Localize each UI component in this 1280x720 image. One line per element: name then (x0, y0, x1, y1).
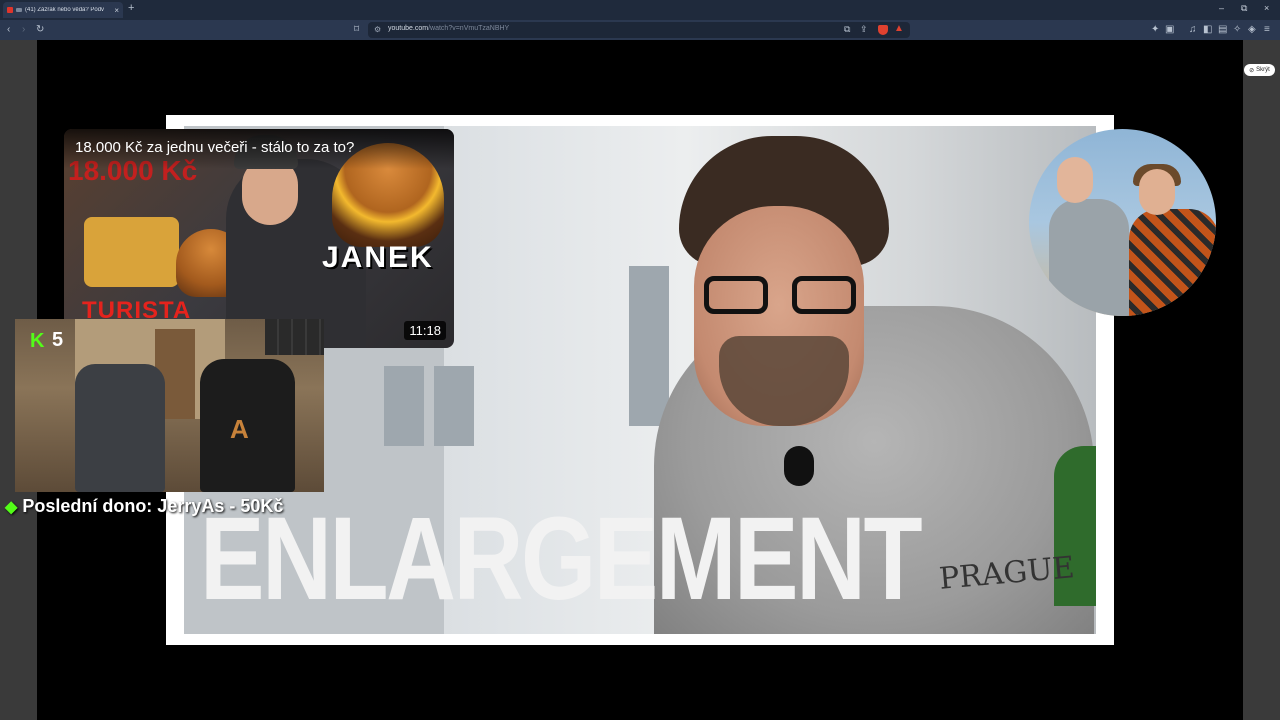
address-bar[interactable]: ⚙ youtube.com/watch?v=nVmuTzaNBHY ⧉ ⇪ ▲ (368, 22, 910, 38)
viewer-count: 5 (52, 329, 64, 351)
kick-logo-icon: K (30, 329, 45, 352)
suggested-video-title[interactable]: 18.000 Kč za jednu večeři - stálo to za … (75, 139, 354, 156)
building-window (384, 366, 424, 446)
alert-icon[interactable]: ▲ (894, 23, 904, 34)
acoustic-panels (265, 319, 324, 355)
building-window (629, 266, 669, 426)
tab-bar: (41) Zázrak nebo věda? Podv × + – ⧉ × (0, 0, 1280, 20)
tab-close-icon[interactable]: × (114, 6, 119, 15)
url-text: youtube.com/watch?v=nVmuTzaNBHY (388, 25, 509, 32)
lens-left (704, 276, 768, 314)
tab-title: (41) Zázrak nebo věda? Podv (25, 7, 105, 13)
thumbnail-circle-inset (1029, 129, 1216, 316)
restore-button[interactable]: ⧉ (1241, 3, 1247, 14)
reload-icon[interactable]: ↻ (36, 23, 44, 37)
menu-icon[interactable]: ≡ (1264, 23, 1270, 37)
page-margin-right (1243, 40, 1280, 720)
card-label-right: JANEK (322, 241, 434, 274)
site-info-icon[interactable]: ⚙ (374, 25, 381, 34)
office-chair (75, 364, 165, 492)
youtube-favicon-icon (7, 7, 13, 13)
bookmark-icon[interactable]: ⌑ (354, 23, 359, 37)
thumbnail-headline: ENLARGEMENT (200, 493, 923, 625)
person-sweater (1049, 199, 1129, 316)
close-window-button[interactable]: × (1264, 3, 1269, 13)
glasses-icon (704, 276, 864, 316)
back-icon[interactable]: ‹ (7, 23, 10, 37)
kick-viewer-count: K 5 (30, 329, 63, 352)
person-head (1057, 157, 1093, 203)
browser-tab[interactable]: (41) Zázrak nebo věda? Podv × (3, 2, 123, 18)
wallet-icon[interactable]: ▤ (1218, 23, 1227, 37)
media-icon[interactable]: ♫ (1189, 23, 1197, 37)
last-donation-bar: ◆ Poslední dono: JerryAs - 50Kč (5, 496, 283, 517)
url-host: youtube.com (388, 25, 429, 32)
brave-shield-icon[interactable] (878, 25, 888, 35)
last-donation-text: Poslední dono: JerryAs - 50Kč (22, 496, 284, 516)
screenshot-icon[interactable]: ▣ (1165, 23, 1174, 37)
browser-toolbar: ‹ › ↻ ⌑ ⚙ youtube.com/watch?v=nVmuTzaNBH… (0, 20, 1280, 40)
audio-icon (16, 8, 22, 12)
minimize-button[interactable]: – (1219, 3, 1224, 13)
chair-logo-icon: A (230, 414, 249, 444)
hide-button[interactable]: ⊘ Skrýt (1244, 64, 1275, 76)
lens-right (792, 276, 856, 314)
url-path: /watch?v=nVmuTzaNBHY (428, 25, 510, 32)
eye-off-icon: ⊘ (1249, 67, 1255, 74)
video-duration-badge: 11:18 (404, 321, 446, 340)
donation-icon: ◆ (5, 498, 18, 516)
leo-icon[interactable]: ✧ (1233, 23, 1241, 37)
microphone-icon (784, 446, 814, 486)
extensions-icon[interactable]: ✦ (1151, 23, 1159, 37)
vpn-icon[interactable]: ◈ (1248, 23, 1256, 37)
person-flannel (1129, 209, 1216, 316)
forward-icon[interactable]: › (22, 23, 25, 37)
sidebar-icon[interactable]: ◧ (1203, 23, 1212, 37)
building-window (434, 366, 474, 446)
suggested-video-card[interactable]: 18.000 Kč JANEK TURISTA 18.000 Kč za jed… (64, 129, 454, 348)
hide-button-label: Skrýt (1256, 67, 1270, 73)
share-icon[interactable]: ⇪ (860, 24, 868, 35)
fries-basket (84, 217, 179, 287)
new-tab-button[interactable]: + (128, 2, 134, 14)
open-in-app-icon[interactable]: ⧉ (844, 24, 850, 35)
person-head (1139, 169, 1175, 215)
